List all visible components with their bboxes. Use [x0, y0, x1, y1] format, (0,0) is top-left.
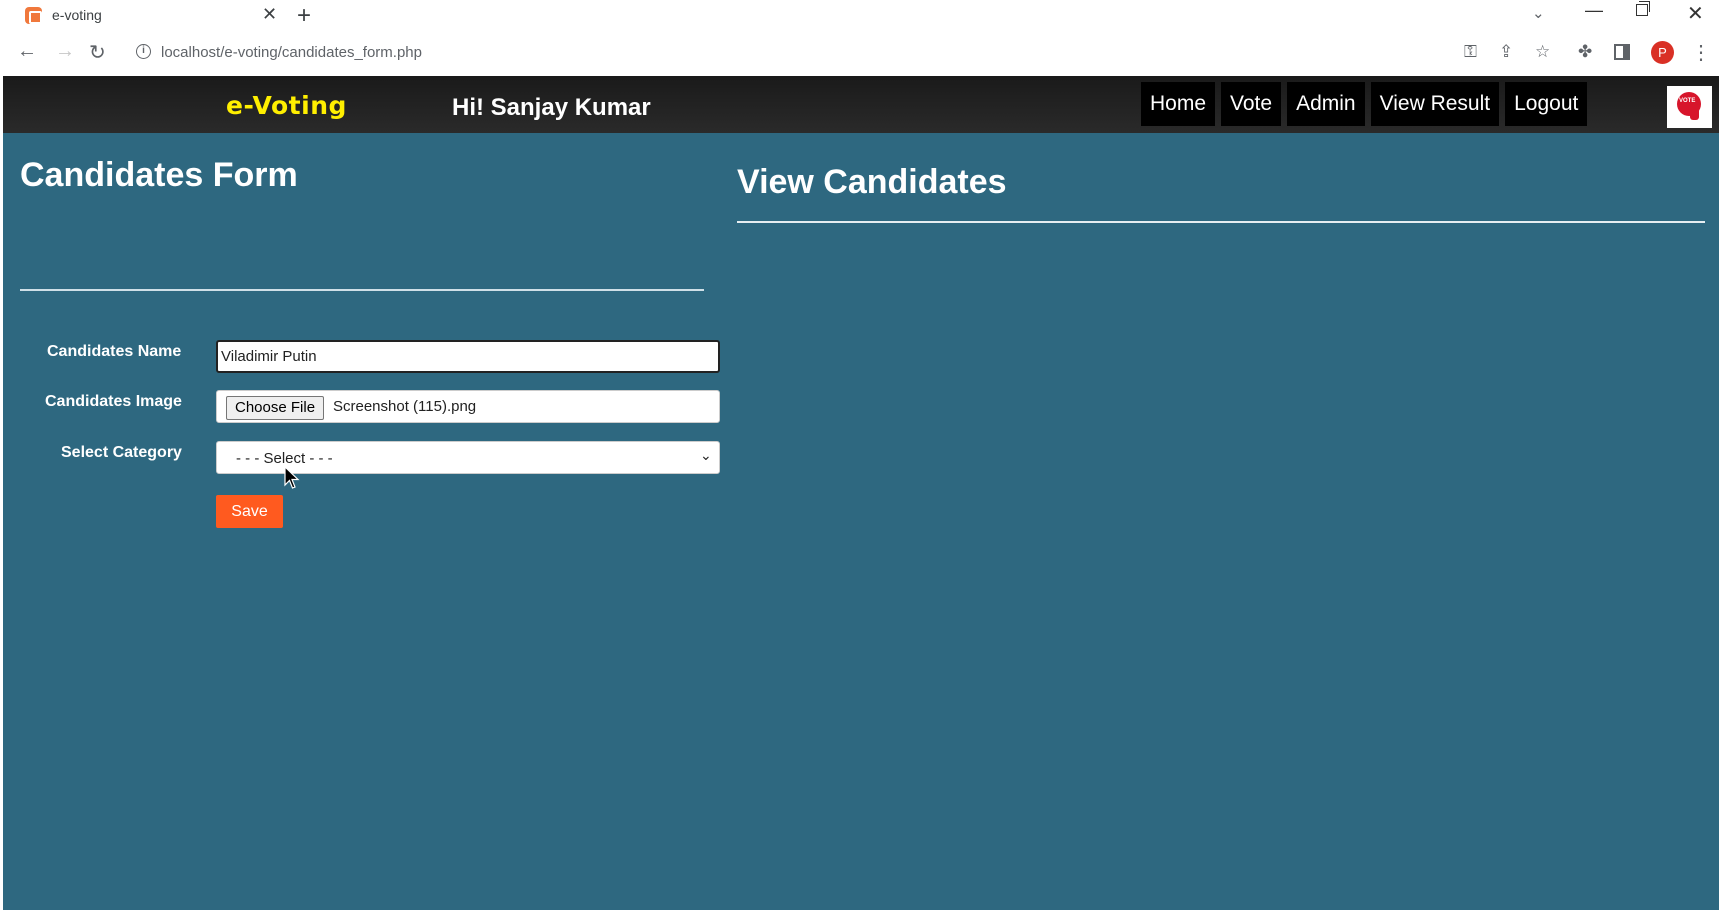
extensions-puzzle-icon[interactable]: ✤: [1578, 42, 1592, 62]
main-menu: Home Vote Admin View Result Logout: [1141, 82, 1588, 126]
minimize-icon[interactable]: —: [1585, 0, 1603, 21]
tab-title: e-voting: [52, 7, 102, 23]
side-panel-icon[interactable]: [1614, 44, 1630, 60]
candidate-name-input[interactable]: Viladimir Putin: [216, 340, 720, 373]
view-candidates-title: View Candidates: [737, 163, 1007, 201]
browser-tabstrip: e-voting ✕ + ⌄ — ✕: [0, 0, 1721, 32]
view-divider: [737, 221, 1705, 223]
site-info-icon[interactable]: i: [136, 44, 151, 59]
share-icon[interactable]: ⇪: [1499, 42, 1513, 62]
site-brand[interactable]: e-Voting: [226, 91, 347, 120]
selected-file-name: Screenshot (115).png: [333, 398, 477, 415]
browser-toolbar: ← → ↻ i localhost/e-voting/candidates_fo…: [0, 32, 1721, 76]
user-greeting: Hi! Sanjay Kumar: [452, 94, 651, 121]
restore-icon[interactable]: [1636, 1, 1650, 16]
menu-item-home[interactable]: Home: [1141, 82, 1216, 126]
menu-item-view-result[interactable]: View Result: [1370, 82, 1500, 126]
category-label: Select Category: [61, 444, 182, 461]
page-body: e-Voting Hi! Sanjay Kumar Home Vote Admi…: [3, 76, 1719, 910]
candidate-image-input[interactable]: Choose File Screenshot (115).png: [216, 390, 720, 423]
new-tab-icon[interactable]: +: [297, 2, 311, 30]
profile-avatar[interactable]: P: [1651, 41, 1674, 64]
site-navbar: e-Voting Hi! Sanjay Kumar Home Vote Admi…: [3, 76, 1719, 133]
xampp-favicon-icon: [25, 7, 42, 24]
address-bar[interactable]: localhost/e-voting/candidates_form.php: [161, 44, 422, 61]
vote-logo-icon: [1667, 86, 1712, 128]
reload-icon[interactable]: ↻: [89, 40, 106, 65]
tab-close-icon[interactable]: ✕: [262, 4, 277, 25]
back-arrow-icon[interactable]: ←: [17, 40, 37, 63]
choose-file-button[interactable]: Choose File: [226, 396, 325, 420]
forward-arrow-icon[interactable]: →: [55, 40, 75, 63]
kebab-menu-icon[interactable]: ⋮: [1691, 40, 1711, 65]
menu-item-admin[interactable]: Admin: [1287, 82, 1365, 126]
form-title: Candidates Form: [20, 156, 298, 194]
hand-pointer-icon: [1690, 104, 1699, 120]
form-divider: [20, 289, 704, 291]
browser-tab[interactable]: e-voting ✕: [8, 0, 284, 32]
chevron-down-icon: ⌄: [700, 447, 712, 463]
candidate-name-label: Candidates Name: [47, 343, 182, 360]
candidate-image-label: Candidates Image: [45, 393, 182, 410]
save-button[interactable]: Save: [216, 495, 283, 528]
bookmark-star-icon[interactable]: ☆: [1535, 42, 1550, 62]
mouse-cursor-icon: [284, 466, 300, 489]
chevron-down-icon[interactable]: ⌄: [1532, 4, 1545, 22]
key-icon[interactable]: ⚿: [1464, 42, 1477, 62]
menu-item-vote[interactable]: Vote: [1221, 82, 1282, 126]
category-selected-value: - - - Select - - -: [236, 450, 333, 467]
close-window-icon[interactable]: ✕: [1687, 1, 1704, 26]
menu-item-logout[interactable]: Logout: [1505, 82, 1588, 126]
